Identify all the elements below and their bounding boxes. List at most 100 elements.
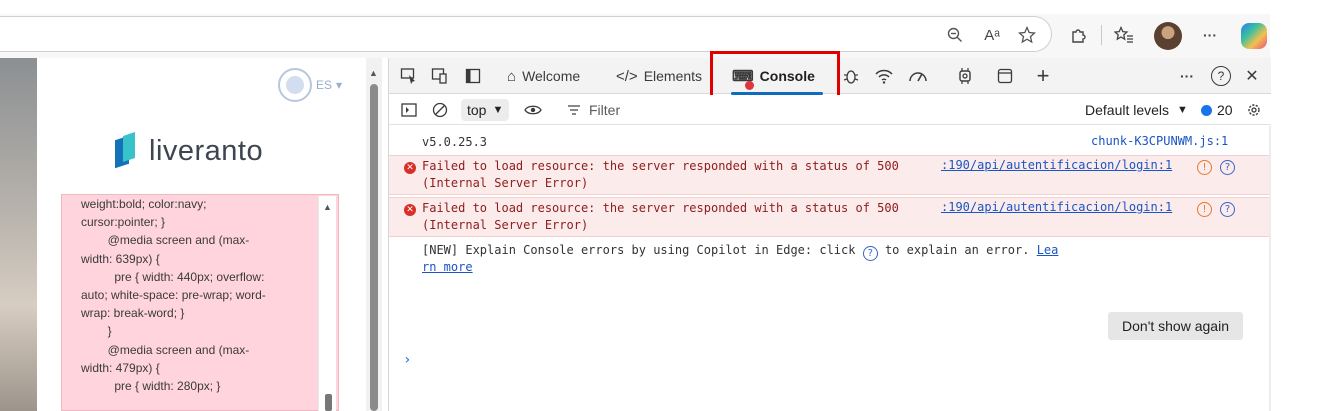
copilot-hint-row: [NEW] Explain Console errors by using Co… <box>389 242 1271 282</box>
globe-icon <box>278 68 312 102</box>
error-message-detail: (Internal Server Error) <box>422 176 589 190</box>
dock-sidebar-icon[interactable] <box>463 66 483 86</box>
sidebar-toggle-icon[interactable] <box>399 100 419 120</box>
scrollbar-thumb[interactable] <box>370 84 378 411</box>
dont-show-again-button[interactable]: Don't show again <box>1108 312 1243 340</box>
code-line: weight:bold; color:navy; <box>81 197 207 211</box>
console-settings-gear-icon[interactable] <box>1244 100 1264 120</box>
error-icon: ✕ <box>404 162 416 174</box>
copilot-explain-icon[interactable]: ? <box>1220 202 1235 217</box>
context-selector[interactable]: top ▼ <box>461 99 510 121</box>
error-message-detail: (Internal Server Error) <box>422 218 589 232</box>
source-link[interactable]: :190/api/autentificacion/login:1 <box>941 200 1172 214</box>
address-bar[interactable] <box>0 16 1052 52</box>
logo-text: liveranto <box>149 134 264 167</box>
favorite-star-icon[interactable] <box>1015 23 1039 47</box>
code-icon: </> <box>616 67 638 85</box>
info-dot-icon <box>1201 104 1212 116</box>
message-count-badge[interactable]: 20 <box>1201 99 1233 121</box>
network-icon[interactable] <box>874 66 894 86</box>
issues-icon[interactable] <box>841 66 861 86</box>
add-tab-icon[interactable]: + <box>1033 63 1053 88</box>
tab-label: Elements <box>643 68 703 84</box>
code-line: pre { width: 440px; overflow: <box>81 269 265 284</box>
console-output: v5.0.25.3 chunk-K3CPUNWM.js:1 ✕ Failed t… <box>389 126 1271 411</box>
read-aloud-icon[interactable]: Aᵃ <box>980 23 1004 47</box>
performance-icon[interactable] <box>908 66 928 86</box>
copilot-icon[interactable] <box>1241 23 1267 49</box>
scroll-up-icon[interactable]: ▲ <box>369 68 378 78</box>
home-icon: ⌂ <box>507 67 517 85</box>
devtools-panel: ⌂ Welcome </> Elements ⌨ Console + ··· ?… <box>388 51 1271 411</box>
chevron-down-icon: ▾ <box>336 78 343 92</box>
code-line: width: 479px) { <box>81 360 160 375</box>
code-line: pre { width: 280px; } <box>81 379 221 394</box>
scroll-up-icon[interactable]: ▲ <box>323 202 332 212</box>
code-line: auto; white-space: pre-wrap; word- <box>81 288 266 303</box>
log-levels-dropdown[interactable]: Default levels ▼ <box>1085 99 1188 121</box>
inspect-icon[interactable] <box>399 66 419 86</box>
screenshot: Aᵃ ··· ES ▾ liveranto weight:bold; color… <box>0 0 1317 411</box>
background-photo <box>0 58 37 411</box>
code-line: @media screen and (max- <box>81 342 250 357</box>
source-link[interactable]: chunk-K3CPUNWM.js:1 <box>1091 134 1228 148</box>
console-error-row: ✕ Failed to load resource: the server re… <box>389 155 1271 195</box>
error-icon: ✕ <box>404 204 416 216</box>
copilot-hint-text: [NEW] Explain Console errors by using Co… <box>422 243 1059 261</box>
code-line: wrap: break-word; } <box>81 306 185 321</box>
console-prompt[interactable]: › <box>403 352 411 368</box>
code-snippet: weight:bold; color:navy; cursor:pointer; … <box>81 195 311 395</box>
close-icon[interactable]: ✕ <box>1242 66 1262 86</box>
code-box-scrollbar[interactable]: ▲ <box>318 196 336 411</box>
more-tools-icon[interactable]: ··· <box>1177 66 1197 86</box>
website-pane: ES ▾ liveranto weight:bold; color:navy; c… <box>0 58 382 411</box>
console-scrollbar[interactable] <box>1269 126 1271 411</box>
code-line: } <box>81 324 112 339</box>
context-value: top <box>467 102 487 118</box>
favorites-icon[interactable] <box>1112 23 1136 47</box>
filter-icon <box>568 105 580 115</box>
toolbar-separator <box>1101 25 1102 45</box>
tab-label: Welcome <box>522 68 581 84</box>
issue-icon[interactable]: ! <box>1197 202 1212 217</box>
page-scrollbar[interactable]: ▲ <box>366 58 382 411</box>
filter-input[interactable]: Filter <box>567 99 1067 121</box>
application-icon[interactable] <box>995 66 1015 86</box>
help-icon[interactable]: ? <box>1211 66 1231 86</box>
more-icon[interactable]: ··· <box>1198 23 1222 47</box>
extensions-icon[interactable] <box>1066 23 1090 47</box>
learn-more-link[interactable]: rn more <box>422 259 473 276</box>
tab-elements[interactable]: </> Elements <box>616 58 702 94</box>
code-line: cursor:pointer; } <box>81 215 166 230</box>
chevron-down-icon: ▼ <box>492 104 504 116</box>
browser-toolbar: Aᵃ ··· <box>0 14 1270 58</box>
highlight-box <box>710 51 840 101</box>
language-code: ES <box>316 78 333 92</box>
site-logo: liveranto <box>115 134 263 168</box>
chevron-down-icon: ▼ <box>1177 104 1188 116</box>
source-link[interactable]: :190/api/autentificacion/login:1 <box>941 158 1172 172</box>
code-line: width: 639px) { <box>81 251 160 266</box>
zoom-out-icon[interactable] <box>943 23 967 47</box>
device-emulation-icon[interactable] <box>430 66 450 86</box>
live-expression-eye-icon[interactable] <box>523 100 543 120</box>
clear-console-icon[interactable] <box>430 100 450 120</box>
tab-welcome[interactable]: ⌂ Welcome <box>507 58 580 94</box>
code-line: @media screen and (max- <box>81 233 250 248</box>
scrollbar-thumb[interactable] <box>325 394 332 411</box>
filter-placeholder: Filter <box>589 102 621 118</box>
logo-mark-icon <box>115 134 139 168</box>
issue-icon[interactable]: ! <box>1197 160 1212 175</box>
levels-label: Default levels <box>1085 102 1170 118</box>
copilot-explain-icon[interactable]: ? <box>1220 160 1235 175</box>
memory-icon[interactable] <box>955 66 975 86</box>
error-message: Failed to load resource: the server resp… <box>422 201 899 215</box>
error-message: Failed to load resource: the server resp… <box>422 159 899 173</box>
learn-more-link[interactable]: Lea <box>1037 243 1059 257</box>
language-selector[interactable]: ES ▾ <box>278 68 342 102</box>
profile-avatar[interactable] <box>1154 22 1182 50</box>
console-toolbar: top ▼ Filter Default levels ▼ 20 <box>389 95 1271 125</box>
message-count: 20 <box>1217 102 1233 118</box>
copilot-explain-icon[interactable]: ? <box>862 246 878 261</box>
log-message: v5.0.25.3 <box>422 135 488 149</box>
